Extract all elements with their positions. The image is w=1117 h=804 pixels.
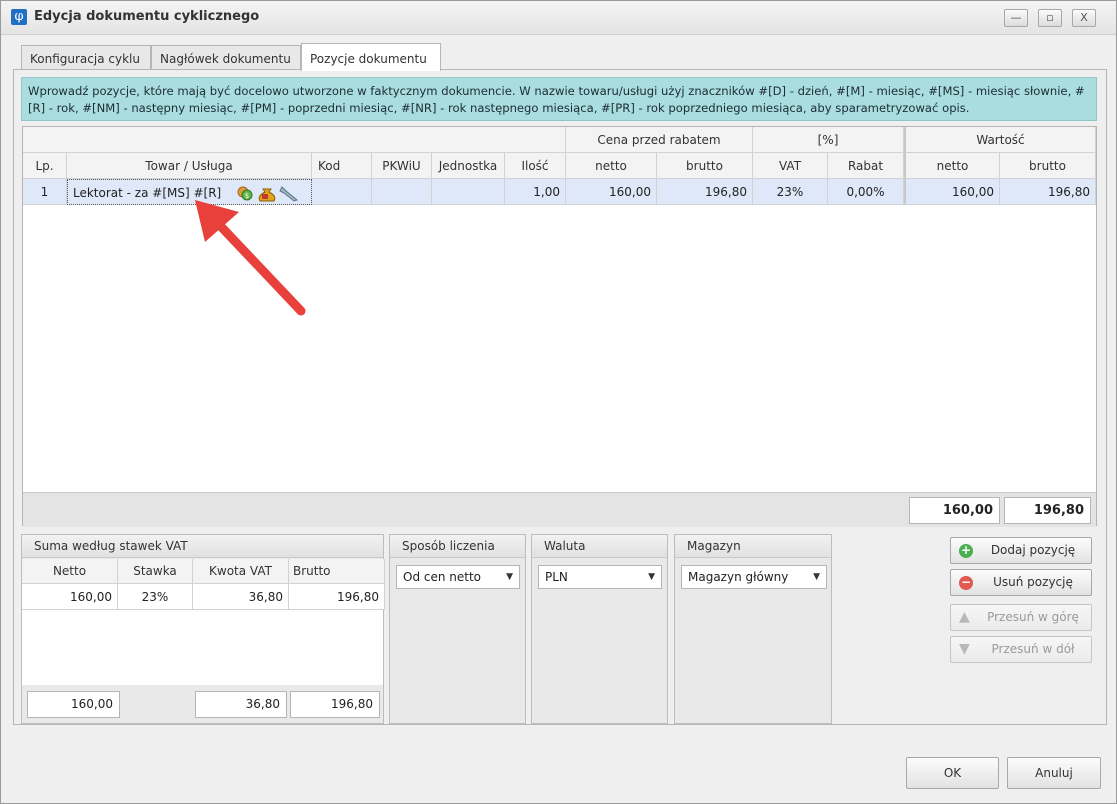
magazyn-value: Magazyn główny [688,570,789,584]
col-header-wartosc-netto[interactable]: netto [904,153,1000,179]
cell-pkwiu[interactable] [372,179,432,205]
cell-vat[interactable]: 23% [753,179,828,205]
ok-button[interactable]: OK [906,757,999,789]
move-up-button[interactable]: ▲ Przesuń w górę [950,604,1092,631]
cell-lp[interactable]: 1 [23,179,67,205]
col-header-towar[interactable]: Towar / Usługa [67,153,312,179]
close-button[interactable]: X [1072,9,1096,27]
vat-col-brutto[interactable]: Brutto [289,559,385,584]
col-header-ilosc[interactable]: Ilość [505,153,566,179]
vat-col-kwota[interactable]: Kwota VAT [193,559,289,584]
tab-naglowek-dokumentu[interactable]: Nagłówek dokumentu [151,45,301,71]
move-down-button[interactable]: ▼ Przesuń w dół [950,636,1092,663]
cell-ilosc[interactable]: 1,00 [505,179,566,205]
maximize-button[interactable]: ▫ [1038,9,1062,27]
col-header-jednostka[interactable]: Jednostka [432,153,505,179]
col-header-lp[interactable]: Lp. [23,153,67,179]
sposob-liczenia-value: Od cen netto [403,570,482,584]
chevron-down-icon: ▼ [506,572,513,582]
add-position-label: Dodaj pozycję [990,543,1076,557]
move-up-label: Przesuń w górę [987,610,1079,624]
sposob-liczenia-panel: Sposób liczenia Od cen netto ▼ [389,534,526,724]
add-position-button[interactable]: + Dodaj pozycję [950,537,1092,564]
col-header-rabat[interactable]: Rabat [828,153,904,179]
title-bar: φ Edycja dokumentu cyklicznego — ▫ X [1,1,1116,35]
arrow-down-icon: ▼ [959,641,970,657]
minimize-button[interactable]: — [1004,9,1028,27]
cell-kod[interactable] [312,179,372,205]
vat-summary-panel: Suma według stawek VAT Netto Stawka Kwot… [21,534,385,724]
col-header-wartosc-brutto[interactable]: brutto [1000,153,1096,179]
sposob-liczenia-select[interactable]: Od cen netto ▼ [396,565,520,589]
vat-col-netto[interactable]: Netto [22,559,118,584]
app-logo-icon: φ [11,9,27,25]
info-banner: Wprowadź pozycje, które mają być docelow… [21,77,1097,121]
group-header-cena: Cena przed rabatem [566,127,753,153]
vat-total-brutto: 196,80 [290,691,380,718]
waluta-panel: Waluta PLN ▼ [531,534,668,724]
positions-grid: Cena przed rabatem [%] Wartość Lp. Towar… [22,126,1097,527]
col-header-pkwiu[interactable]: PKWiU [372,153,432,179]
sposob-liczenia-title: Sposób liczenia [390,535,525,558]
vat-col-stawka[interactable]: Stawka [118,559,193,584]
tab-konfiguracja-cyklu[interactable]: Konfiguracja cyklu [21,45,151,71]
cell-netto[interactable]: 160,00 [566,179,657,205]
tab-panel: Wprowadź pozycje, które mają być docelow… [13,69,1107,725]
col-header-kod[interactable]: Kod [312,153,372,179]
col-header-netto[interactable]: netto [566,153,657,179]
group-header-wartosc: Wartość [904,127,1096,153]
vat-cell-kwota: 36,80 [193,584,289,610]
chevron-down-icon: ▼ [813,572,820,582]
cell-rabat[interactable]: 0,00% [828,179,904,205]
vat-total-kwota: 36,80 [195,691,287,718]
cell-brutto[interactable]: 196,80 [657,179,753,205]
vat-summary-title: Suma według stawek VAT [22,535,383,558]
cell-wartosc-brutto[interactable]: 196,80 [1000,179,1096,205]
grid-footer: 160,00 196,80 [23,492,1096,527]
total-netto: 160,00 [909,497,1000,524]
vat-cell-brutto: 196,80 [289,584,385,610]
minus-icon: − [959,575,973,590]
vat-total-netto: 160,00 [27,691,120,718]
col-header-vat[interactable]: VAT [753,153,828,179]
plus-icon: + [959,543,973,558]
annotation-arrow [195,200,306,316]
total-brutto: 196,80 [1004,497,1091,524]
cancel-button[interactable]: Anuluj [1007,757,1101,789]
cell-wartosc-netto[interactable]: 160,00 [904,179,1000,205]
arrow-up-icon: ▲ [959,609,970,625]
waluta-select[interactable]: PLN ▼ [538,565,662,589]
dialog-window: φ Edycja dokumentu cyklicznego — ▫ X Kon… [0,0,1117,804]
tab-pozycje-dokumentu[interactable]: Pozycje dokumentu [301,43,441,71]
vat-cell-netto: 160,00 [22,584,118,610]
move-down-label: Przesuń w dół [991,642,1075,656]
vat-cell-stawka: 23% [118,584,193,610]
group-header-empty [23,127,566,153]
magazyn-select[interactable]: Magazyn główny ▼ [681,565,827,589]
remove-position-label: Usuń pozycję [993,575,1073,589]
remove-position-button[interactable]: − Usuń pozycję [950,569,1092,596]
cell-jednostka[interactable] [432,179,505,205]
magazyn-title: Magazyn [675,535,831,558]
col-header-brutto[interactable]: brutto [657,153,753,179]
waluta-value: PLN [545,570,568,584]
waluta-title: Waluta [532,535,667,558]
magazyn-panel: Magazyn Magazyn główny ▼ [674,534,832,724]
group-header-percent: [%] [753,127,904,153]
chevron-down-icon: ▼ [648,572,655,582]
vat-summary-grid: Netto Stawka Kwota VAT Brutto 160,00 23%… [22,559,385,685]
window-title: Edycja dokumentu cyklicznego [34,9,260,24]
